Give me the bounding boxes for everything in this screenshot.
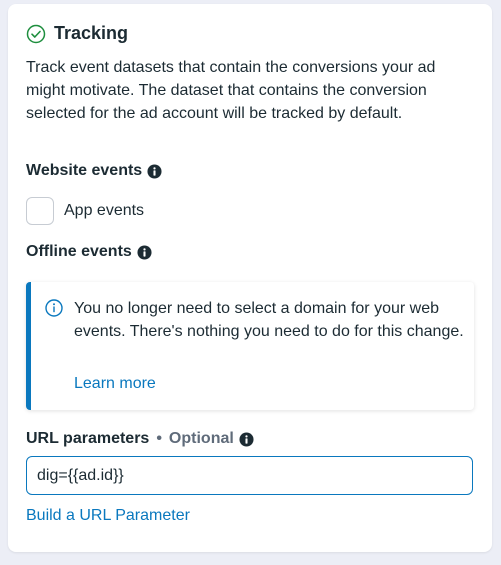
tracking-description: Track event datasets that contain the co… <box>26 59 436 122</box>
app-events-label[interactable]: App events <box>64 202 144 220</box>
notice-text: You no longer need to select a domain fo… <box>74 300 464 340</box>
info-icon[interactable] <box>239 431 254 447</box>
info-outline-icon <box>45 299 63 317</box>
tracking-title: Tracking <box>54 23 129 43</box>
learn-more-link[interactable]: Learn more <box>74 375 156 393</box>
url-parameters-text: URL parameters <box>26 430 150 447</box>
optional-label: Optional <box>168 430 234 447</box>
website-events-label: Website events <box>26 162 162 180</box>
tracking-header: Tracking <box>26 23 128 44</box>
offline-events-text: Offline events <box>26 243 132 260</box>
separator-dot: • <box>156 430 162 447</box>
app-events-checkbox[interactable] <box>26 197 54 225</box>
info-icon[interactable] <box>137 244 152 260</box>
offline-events-label: Offline events <box>26 243 152 261</box>
url-parameters-input[interactable] <box>26 456 473 495</box>
info-icon[interactable] <box>147 163 162 179</box>
build-url-parameter-link[interactable]: Build a URL Parameter <box>26 507 190 525</box>
domain-notice-banner: You no longer need to select a domain fo… <box>26 282 474 410</box>
url-parameters-label: URL parameters • Optional <box>26 430 254 448</box>
tracking-panel: Tracking Track event datasets that conta… <box>8 4 492 552</box>
app-events-option[interactable]: App events <box>26 197 144 225</box>
website-events-text: Website events <box>26 162 143 179</box>
check-circle-icon <box>26 24 46 43</box>
